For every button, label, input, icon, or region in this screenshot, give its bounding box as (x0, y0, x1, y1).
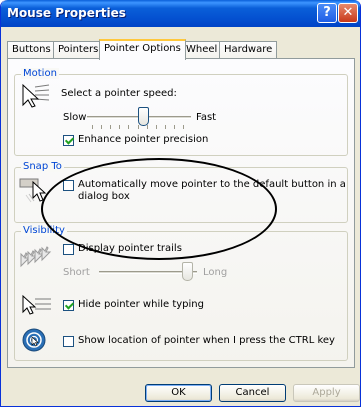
snap-to-icon (19, 178, 47, 203)
visibility-group-title: Visibility (21, 225, 67, 236)
pointer-speed-slider-thumb[interactable] (138, 107, 149, 126)
pointer-speed-icon (22, 83, 50, 108)
tab-pointers[interactable]: Pointers (53, 41, 104, 58)
speed-fast-label: Fast (196, 112, 217, 123)
snap-to-label-line1[interactable]: Automatically move pointer to the defaul… (78, 179, 346, 190)
ok-button[interactable]: OK (145, 384, 212, 402)
help-icon: ? (323, 5, 331, 20)
trail-long-label: Long (203, 267, 228, 278)
window-title: Mouse Properties (7, 6, 126, 20)
snap-to-group: Snap To Automatically move pointer to th… (14, 161, 348, 223)
show-location-icon (22, 328, 46, 352)
tab-strip: Buttons Pointers Pointer Options Wheel H… (7, 39, 357, 60)
motion-group-title: Motion (21, 68, 59, 79)
pointer-trails-label[interactable]: Display pointer trails (78, 243, 182, 254)
close-icon: ✕ (342, 5, 354, 20)
apply-button[interactable]: Apply (293, 384, 360, 402)
trail-short-label: Short (63, 267, 90, 278)
show-location-checkbox[interactable] (63, 336, 74, 347)
pointer-trails-icon (20, 246, 52, 268)
tab-wheel[interactable]: Wheel (181, 41, 223, 58)
mouse-properties-window: Mouse Properties ? ✕ Buttons Pointers Po… (0, 0, 361, 407)
hide-pointer-checkbox[interactable] (63, 300, 74, 311)
snap-to-label-line2[interactable]: dialog box (78, 191, 130, 202)
tab-panel-pointer-options: Motion Select a pointer speed: Slow Fast… (7, 58, 355, 368)
tab-hardware[interactable]: Hardware (219, 41, 278, 58)
hide-pointer-icon (22, 294, 51, 315)
pointer-trails-checkbox[interactable] (63, 244, 74, 255)
help-button[interactable]: ? (317, 3, 337, 23)
tab-pointer-options[interactable]: Pointer Options (99, 39, 186, 60)
trail-length-slider-thumb[interactable] (182, 262, 193, 281)
enhance-precision-label[interactable]: Enhance pointer precision (78, 134, 208, 145)
pointer-speed-ticks (92, 125, 184, 129)
enhance-precision-checkbox[interactable] (63, 135, 74, 146)
show-location-label[interactable]: Show location of pointer when I press th… (78, 335, 335, 346)
visibility-group: Visibility Display pointer trails Short … (14, 225, 348, 361)
cancel-button[interactable]: Cancel (219, 384, 286, 402)
motion-group: Motion Select a pointer speed: Slow Fast… (14, 68, 348, 156)
title-bar[interactable]: Mouse Properties ? ✕ (1, 0, 360, 27)
close-button[interactable]: ✕ (338, 3, 358, 23)
hide-pointer-label[interactable]: Hide pointer while typing (78, 299, 204, 310)
pointer-speed-label: Select a pointer speed: (61, 88, 177, 99)
tab-buttons[interactable]: Buttons (7, 41, 56, 58)
speed-slow-label: Slow (63, 112, 87, 123)
snap-to-group-title: Snap To (21, 161, 64, 172)
snap-to-checkbox[interactable] (63, 180, 74, 191)
